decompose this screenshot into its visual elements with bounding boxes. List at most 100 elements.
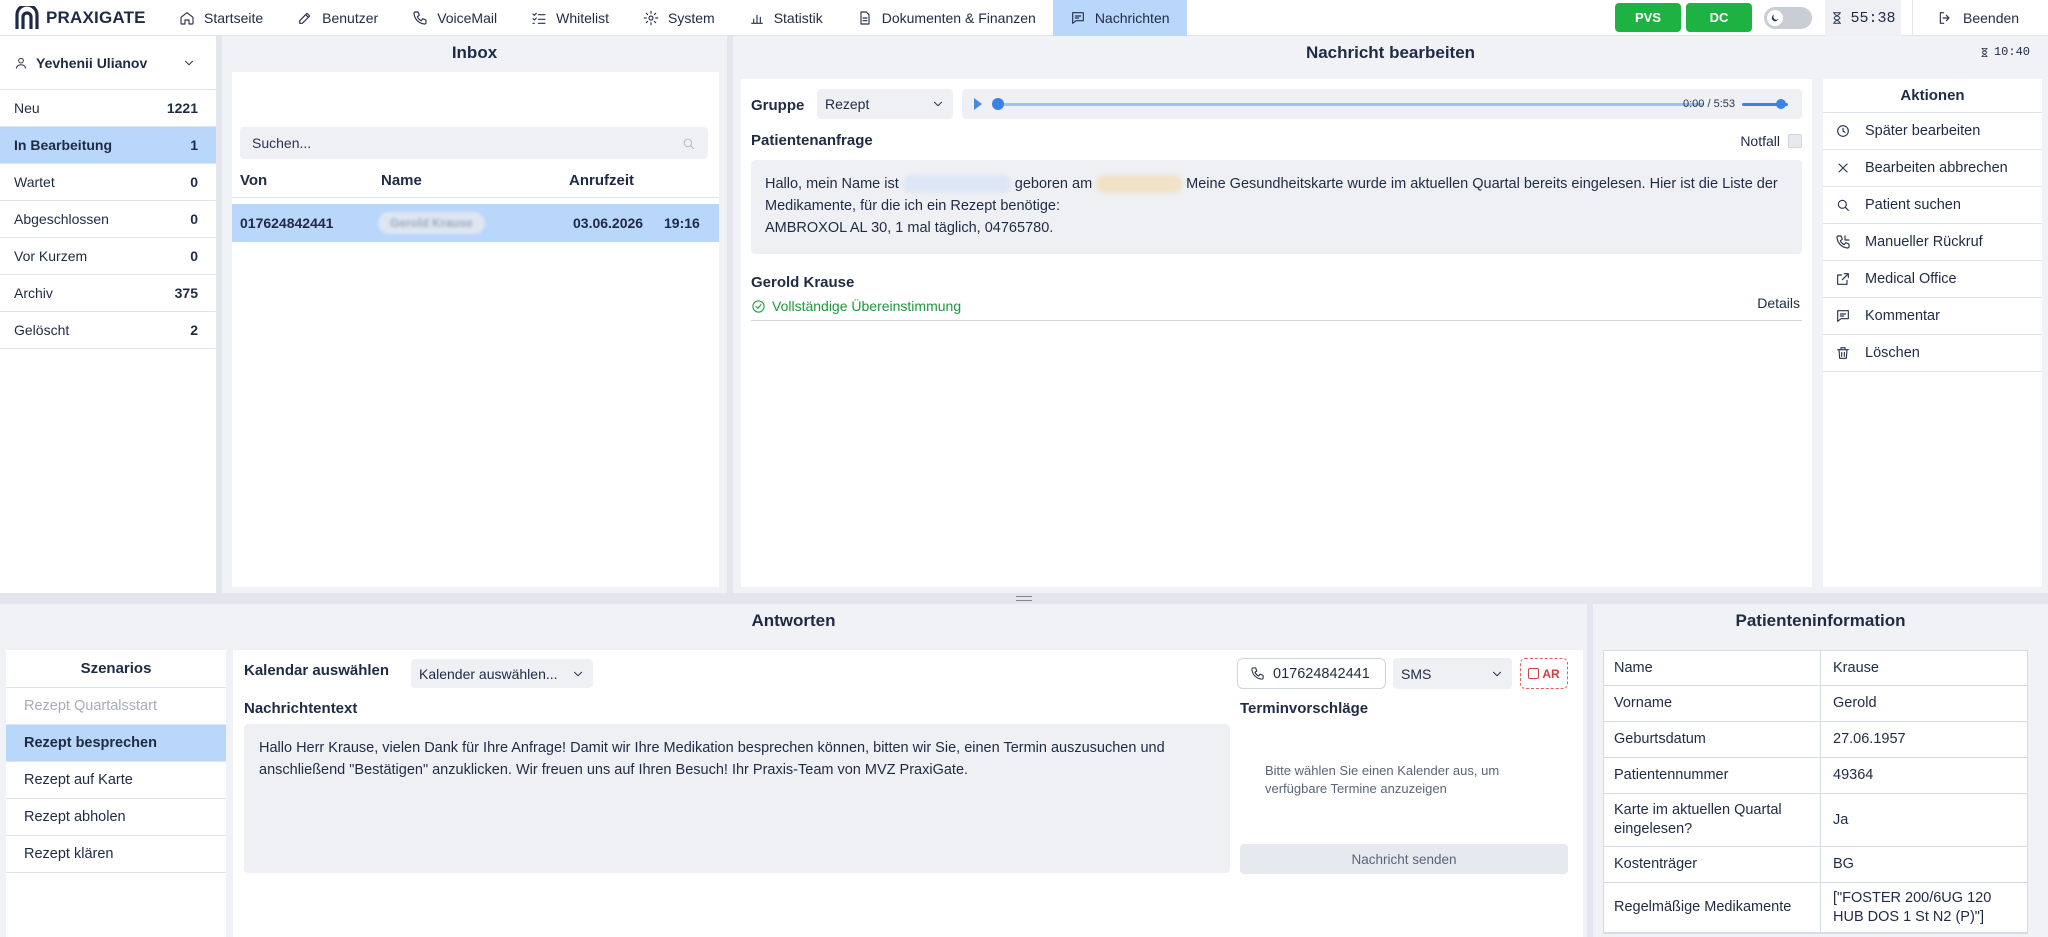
phone-field[interactable]: 017624842441	[1237, 658, 1386, 689]
action-spaeter-bearbeiten[interactable]: Später bearbeiten	[1823, 113, 2042, 150]
praxigate-logo-icon	[15, 6, 39, 29]
patient-row: Name Krause	[1604, 651, 2027, 686]
scenario-item[interactable]: Rezept besprechen	[6, 725, 226, 762]
phone-value: 017624842441	[1273, 665, 1370, 682]
patient-row: Patientennummer 49364	[1604, 758, 2027, 794]
nav-dokumente-finanzen[interactable]: Dokumenten & Finanzen	[840, 0, 1053, 36]
hourglass-icon	[1981, 47, 1988, 57]
scenario-item[interactable]: Rezept Quartalsstart	[6, 688, 226, 725]
patient-row: Vorname Gerold	[1604, 686, 2027, 722]
comment-icon	[1837, 310, 1849, 322]
nav-label: Whitelist	[556, 10, 610, 26]
nav-system[interactable]: System	[626, 0, 732, 36]
action-patient-suchen[interactable]: Patient suchen	[1823, 187, 2042, 224]
col-name[interactable]: Name	[381, 172, 422, 189]
message-editor-panel: Nachricht bearbeiten 10:40 Gruppe Rezept…	[733, 36, 2048, 593]
theme-toggle[interactable]	[1764, 7, 1812, 29]
patient-row: Regelmäßige Medikamente ["FOSTER 200/6UG …	[1604, 883, 2027, 933]
user-menu[interactable]: Yevhenii Ulianov	[0, 36, 216, 90]
user-name: Yevhenii Ulianov	[36, 54, 148, 71]
clock-value: 10:40	[1993, 45, 2030, 59]
message-textarea[interactable]: Hallo Herr Krause, vielen Dank für Ihre …	[244, 724, 1230, 873]
action-medical-office[interactable]: Medical Office	[1823, 261, 2042, 298]
status-label: Neu	[14, 100, 40, 116]
status-abgeschlossen[interactable]: Abgeschlossen 0	[0, 201, 216, 238]
reply-form: Kalendar auswählen Kalender auswählen...…	[233, 650, 1583, 937]
nav-statistik[interactable]: Statistik	[732, 0, 840, 36]
editor-clock: 10:40	[1979, 45, 2030, 59]
action-label: Löschen	[1865, 345, 1920, 361]
col-von[interactable]: Von	[240, 172, 267, 189]
anfrage-part-4: AMBROXOL AL 30, 1 mal täglich, 04765780.	[765, 220, 1054, 236]
status-wartet[interactable]: Wartet 0	[0, 164, 216, 201]
nav-benutzer[interactable]: Benutzer	[280, 0, 395, 36]
app-logo[interactable]: PRAXIGATE	[14, 6, 146, 30]
inbox-body: Suchen... Von Name Anrufzeit 01762484244…	[232, 72, 719, 587]
pvs-button[interactable]: PVS	[1615, 3, 1681, 32]
clock-icon	[1837, 125, 1849, 137]
patient-row: Geburtsdatum 27.06.1957	[1604, 722, 2027, 758]
patient-key: Patientennummer	[1604, 758, 1821, 793]
col-anrufzeit[interactable]: Anrufzeit	[569, 172, 634, 189]
nav-label: Statistik	[773, 10, 823, 26]
resize-handle[interactable]	[1016, 596, 1032, 601]
send-message-button[interactable]: Nachricht senden	[1240, 844, 1568, 874]
nav-label: System	[668, 10, 715, 26]
kalender-value: Kalender auswählen...	[419, 665, 558, 682]
channel-value: SMS	[1401, 665, 1432, 682]
kalender-select[interactable]: Kalender auswählen...	[411, 659, 593, 688]
notfall-checkbox[interactable]: Notfall	[1740, 133, 1802, 149]
audio-progress-track[interactable]	[994, 103, 1704, 106]
phone-callback-icon	[1836, 235, 1850, 249]
channel-select[interactable]: SMS	[1393, 658, 1512, 689]
patient-value: 49364	[1833, 767, 1874, 783]
status-in-bearbeitung[interactable]: In Bearbeitung 1	[0, 127, 216, 164]
gruppe-label: Gruppe	[751, 97, 805, 114]
status-neu[interactable]: Neu 1221	[0, 90, 216, 127]
status-label: Wartet	[14, 174, 55, 190]
dc-button[interactable]: DC	[1686, 3, 1752, 32]
nav-voicemail[interactable]: VoiceMail	[395, 0, 514, 36]
action-manueller-rueckruf[interactable]: Manueller Rückruf	[1823, 224, 2042, 261]
status-vor-kurzem[interactable]: Vor Kurzem 0	[0, 238, 216, 275]
scenario-item[interactable]: Rezept auf Karte	[6, 762, 226, 799]
gruppe-select[interactable]: Rezept	[817, 89, 953, 119]
checkbox[interactable]	[1528, 668, 1540, 679]
nav-label: Nachrichten	[1094, 10, 1170, 26]
external-link-icon	[1837, 273, 1849, 285]
audio-progress-handle[interactable]	[992, 98, 1004, 110]
patient-value: BG	[1833, 856, 1854, 872]
nav-whitelist[interactable]: Whitelist	[514, 0, 626, 36]
action-label: Kommentar	[1865, 308, 1940, 324]
action-bearbeiten-abbrechen[interactable]: Bearbeiten abbrechen	[1823, 150, 2042, 187]
scenario-item[interactable]: Rezept abholen	[6, 799, 226, 836]
gear-icon	[643, 10, 659, 26]
nav-nachrichten[interactable]: Nachrichten	[1052, 0, 1187, 36]
phone-icon	[1251, 667, 1264, 680]
status-geloescht[interactable]: Gelöscht 2	[0, 312, 216, 349]
ar-checkbox[interactable]: AR	[1520, 658, 1568, 689]
details-link[interactable]: Details	[1757, 295, 1800, 311]
play-icon[interactable]	[974, 98, 982, 110]
scenario-item[interactable]: Rezept klären	[6, 836, 226, 873]
patientenanfrage-title: Patientenanfrage	[751, 132, 873, 149]
status-archiv[interactable]: Archiv 375	[0, 275, 216, 312]
ar-label: AR	[1542, 666, 1560, 681]
action-label: Später bearbeiten	[1865, 123, 1981, 139]
volume-handle[interactable]	[1776, 99, 1786, 109]
termin-label: Terminvorschläge	[1240, 700, 1369, 717]
top-bar: PRAXIGATE Startseite Benutzer VoiceMail …	[0, 0, 2048, 36]
user-icon	[15, 57, 27, 69]
patient-info-panel: Patienteninformation Name Krause Vorname G…	[1593, 604, 2048, 937]
chevron-down-icon	[934, 101, 942, 107]
patient-value: 27.06.1957	[1833, 731, 1906, 747]
logout-button[interactable]: Beenden	[1912, 0, 2048, 36]
search-input[interactable]: Suchen...	[240, 127, 708, 159]
nav-startseite[interactable]: Startseite	[162, 0, 280, 36]
action-kommentar[interactable]: Kommentar	[1823, 298, 2042, 335]
inbox-title: Inbox	[451, 43, 498, 62]
table-row[interactable]: 017624842441 Gerold Krause 03.06.2026 19…	[232, 204, 719, 242]
action-loeschen[interactable]: Löschen	[1823, 335, 2042, 372]
checkbox[interactable]	[1788, 134, 1802, 148]
chevron-down-icon	[574, 671, 582, 676]
